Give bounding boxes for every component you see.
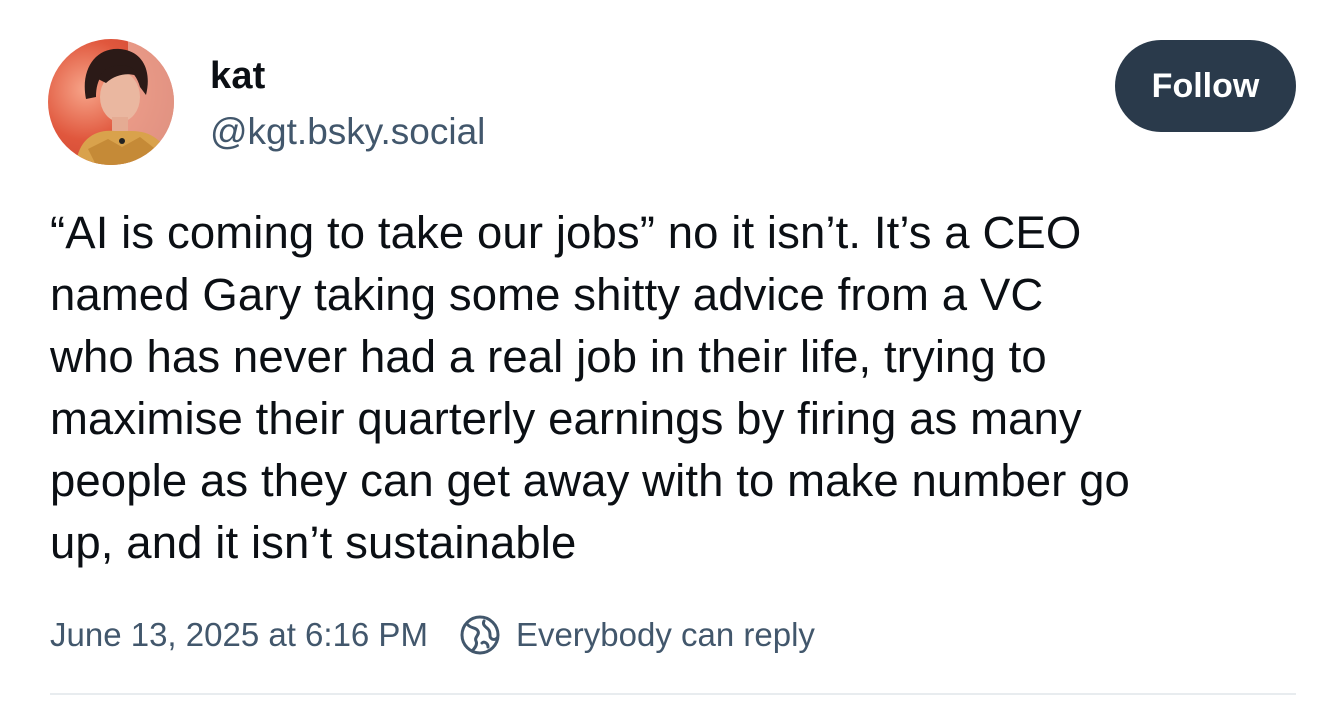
reply-setting-label: Everybody can reply bbox=[515, 616, 815, 653]
author-handle[interactable]: @kgt.bsky.social bbox=[210, 106, 485, 158]
avatar-image bbox=[48, 39, 174, 165]
reply-setting[interactable]: Everybody can reply bbox=[458, 613, 815, 657]
avatar[interactable] bbox=[48, 39, 174, 165]
post-card: kat @kgt.bsky.social Follow “AI is comin… bbox=[0, 0, 1344, 710]
post-timestamp[interactable]: June 13, 2025 at 6:16 PM bbox=[50, 616, 428, 654]
follow-button[interactable]: Follow bbox=[1115, 40, 1296, 132]
author-info[interactable]: kat @kgt.bsky.social bbox=[210, 50, 485, 158]
post-meta: June 13, 2025 at 6:16 PM Everybody can r… bbox=[50, 612, 815, 658]
post-text: “AI is coming to take our jobs” no it is… bbox=[50, 207, 1130, 568]
author-display-name[interactable]: kat bbox=[210, 50, 485, 102]
divider bbox=[50, 693, 1296, 695]
globe-icon bbox=[458, 613, 502, 657]
